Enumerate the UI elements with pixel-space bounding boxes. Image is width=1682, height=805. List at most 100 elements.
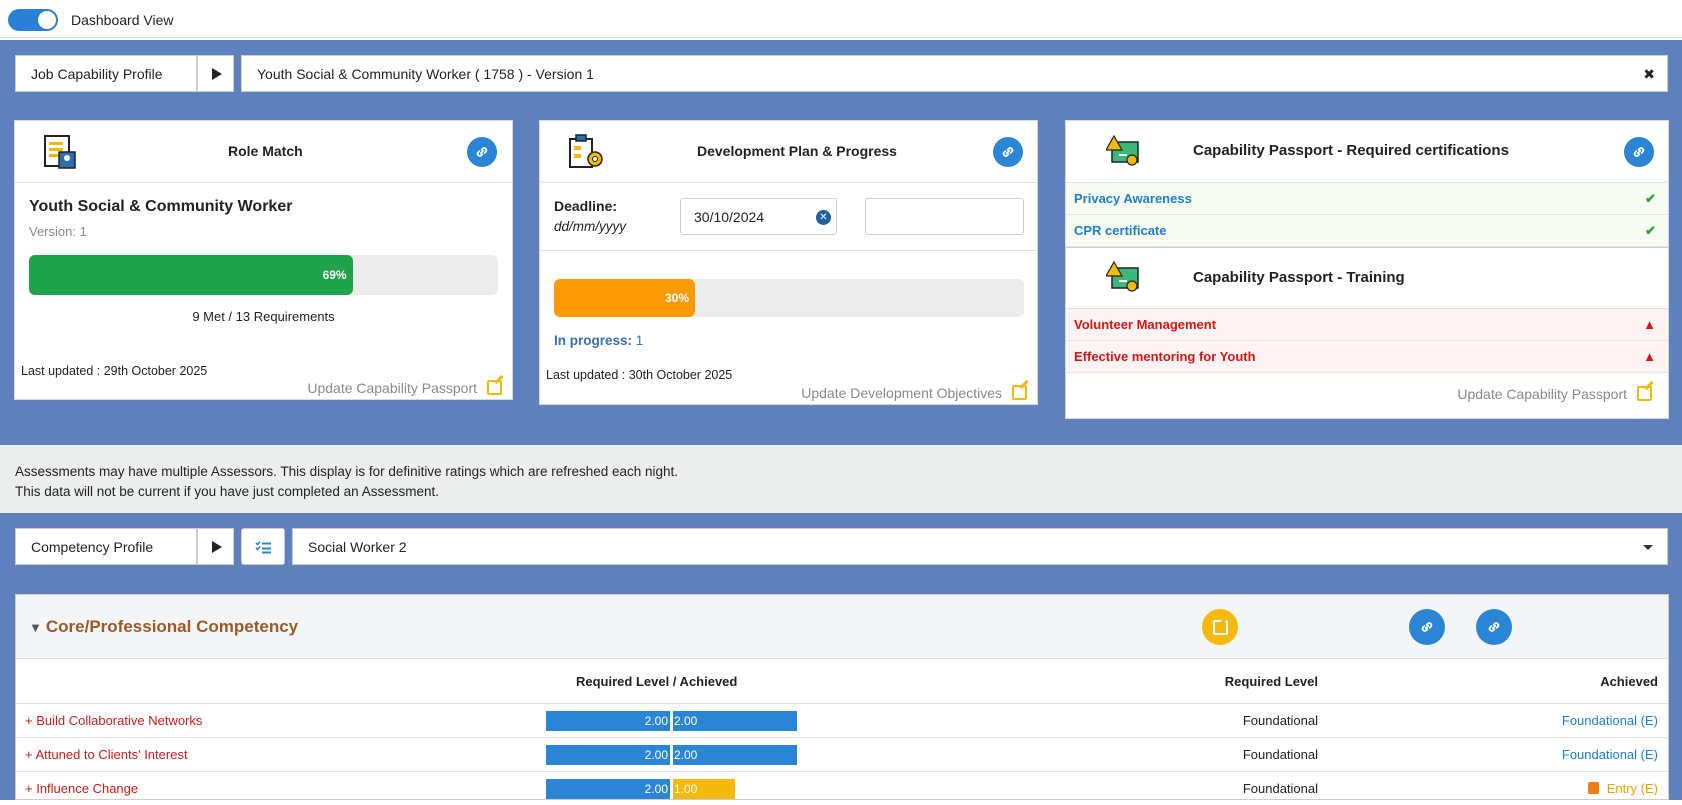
competency-section-title-text: Core/Professional Competency xyxy=(45,617,299,636)
update-capability-passport-link[interactable]: Update Capability Passport xyxy=(1457,386,1652,402)
development-plan-link-button[interactable] xyxy=(993,137,1023,167)
deadline-date-input[interactable]: 30/10/2024 ✕ xyxy=(680,198,837,235)
certification-name: CPR certificate xyxy=(1074,223,1167,238)
link-icon xyxy=(1002,147,1014,157)
role-match-last-updated: Last updated : 29th October 2025 xyxy=(21,364,208,378)
competency-name-link[interactable]: + Attuned to Clients' Interest xyxy=(25,747,188,762)
achieved-level-text: Entry (E) xyxy=(1606,781,1658,796)
required-level-text: Foundational xyxy=(1242,781,1318,796)
development-plan-header: Development Plan & Progress xyxy=(540,121,1037,183)
competency-section: ▼ Core/Professional Competency Required L… xyxy=(15,594,1669,800)
competency-row: + Attuned to Clients' Interest 2.00 2.00… xyxy=(16,737,1668,771)
in-progress-count: 1 xyxy=(635,333,644,348)
capability-passport-card: Capability Passport - Required certifica… xyxy=(1065,120,1669,419)
certification-name: Privacy Awareness xyxy=(1074,191,1192,206)
in-progress-label: In progress: xyxy=(554,333,633,348)
role-match-progress: 69% xyxy=(29,255,498,295)
deadline-secondary-input[interactable] xyxy=(865,198,1024,235)
warning-icon: ▲ xyxy=(1643,317,1656,332)
chevron-down-icon xyxy=(1643,545,1653,550)
achieved-level-bar: 2.00 xyxy=(673,745,797,765)
certifications-link-button[interactable] xyxy=(1624,137,1654,167)
competency-row: + Build Collaborative Networks 2.00 2.00… xyxy=(16,703,1668,737)
header-achieved: Achieved xyxy=(1600,674,1658,689)
update-capability-passport-label: Update Capability Passport xyxy=(307,380,477,396)
warning-icon: ▲ xyxy=(1643,349,1656,364)
competency-list-button[interactable] xyxy=(241,528,285,565)
assessment-notice: Assessments may have multiple Assessors.… xyxy=(0,445,1682,513)
competency-section-header: ▼ Core/Professional Competency xyxy=(16,595,1668,659)
development-last-updated: Last updated : 30th October 2025 xyxy=(546,368,733,382)
deadline-date-value: 30/10/2024 xyxy=(694,209,765,225)
notice-line-1: Assessments may have multiple Assessors.… xyxy=(15,464,679,479)
edit-icon xyxy=(1212,619,1228,635)
training-row[interactable]: Volunteer Management ▲ xyxy=(1066,309,1668,341)
role-match-link-button[interactable] xyxy=(467,137,497,167)
certification-row[interactable]: Privacy Awareness ✔ xyxy=(1066,183,1668,215)
notice-line-2: This data will not be current if you hav… xyxy=(15,484,439,499)
required-level-bar: 2.00 xyxy=(546,779,670,799)
dashboard-view-toggle[interactable] xyxy=(8,9,58,31)
achieved-level-link[interactable]: Foundational (E) xyxy=(1562,713,1658,728)
assessment-note-icon xyxy=(1587,782,1599,794)
in-progress-status: In progress: 1 xyxy=(554,333,643,348)
achieved-level-link[interactable]: Entry (E) xyxy=(1587,781,1658,796)
dashboard-view-label: Dashboard View xyxy=(71,12,174,28)
competency-name-link[interactable]: + Build Collaborative Networks xyxy=(25,713,202,728)
document-user-icon xyxy=(44,135,76,169)
check-icon: ✔ xyxy=(1645,191,1656,206)
link-icon xyxy=(1633,147,1645,157)
plan-gear-icon xyxy=(569,134,603,168)
check-icon: ✔ xyxy=(1645,223,1656,238)
deadline-format: dd/mm/yyyy xyxy=(554,219,627,234)
certifications-title: Capability Passport - Required certifica… xyxy=(1193,142,1509,159)
required-level-text: Foundational xyxy=(1242,747,1318,762)
edit-icon xyxy=(487,380,502,395)
update-development-objectives-link[interactable]: Update Development Objectives xyxy=(801,385,1027,401)
edit-icon xyxy=(1637,386,1652,401)
required-level-bar: 2.00 xyxy=(546,745,670,765)
link-icon xyxy=(1488,622,1500,632)
update-capability-passport-label: Update Capability Passport xyxy=(1457,386,1627,402)
training-name: Effective mentoring for Youth xyxy=(1074,349,1256,364)
role-name: Youth Social & Community Worker xyxy=(29,198,293,215)
role-match-progress-fill: 69% xyxy=(29,255,353,295)
development-progress: 30% xyxy=(554,279,1024,317)
clear-date-icon[interactable]: ✕ xyxy=(816,210,831,225)
top-bar xyxy=(0,0,1682,38)
achieved-level-link[interactable]: Foundational (E) xyxy=(1562,747,1658,762)
training-header: Capability Passport - Training xyxy=(1066,247,1668,309)
competency-profile-select[interactable]: Social Worker 2 xyxy=(292,528,1668,565)
header-required-level: Required Level xyxy=(1224,674,1318,689)
certification-row[interactable]: CPR certificate ✔ xyxy=(1066,215,1668,247)
role-match-header: Role Match xyxy=(15,121,512,183)
training-row[interactable]: Effective mentoring for Youth ▲ xyxy=(1066,341,1668,373)
job-capability-profile-label: Job Capability Profile xyxy=(15,55,197,92)
achieved-level-bar: 1.00 xyxy=(673,779,735,799)
play-icon xyxy=(212,67,222,80)
role-match-title: Role Match xyxy=(228,143,303,159)
competency-section-title[interactable]: ▼ Core/Professional Competency xyxy=(29,617,298,637)
training-name: Volunteer Management xyxy=(1074,317,1217,332)
job-profile-select[interactable]: Youth Social & Community Worker ( 1758 )… xyxy=(241,55,1668,92)
role-version: Version: 1 xyxy=(29,224,87,239)
deadline-label: Deadline: xyxy=(554,198,618,214)
checklist-icon xyxy=(255,540,271,553)
play-icon xyxy=(212,540,222,553)
certificate-warning-icon xyxy=(1106,134,1139,166)
clear-icon[interactable]: ✖ xyxy=(1643,56,1655,93)
certifications-header: Capability Passport - Required certifica… xyxy=(1066,121,1668,183)
update-capability-passport-link[interactable]: Update Capability Passport xyxy=(307,380,502,396)
competency-link-button-2[interactable] xyxy=(1476,609,1512,645)
required-level-bar: 2.00 xyxy=(546,711,670,731)
competency-link-button-1[interactable] xyxy=(1409,609,1445,645)
competency-edit-button[interactable] xyxy=(1202,609,1238,645)
header-required-achieved: Required Level / Achieved xyxy=(576,674,738,689)
divider xyxy=(540,250,1037,251)
edit-icon xyxy=(1012,385,1027,400)
competency-name-link[interactable]: + Influence Change xyxy=(25,781,138,796)
competency-profile-go-button[interactable] xyxy=(197,528,234,565)
development-plan-title: Development Plan & Progress xyxy=(697,143,897,159)
job-profile-go-button[interactable] xyxy=(197,55,234,92)
collapse-triangle-icon: ▼ xyxy=(29,620,42,635)
